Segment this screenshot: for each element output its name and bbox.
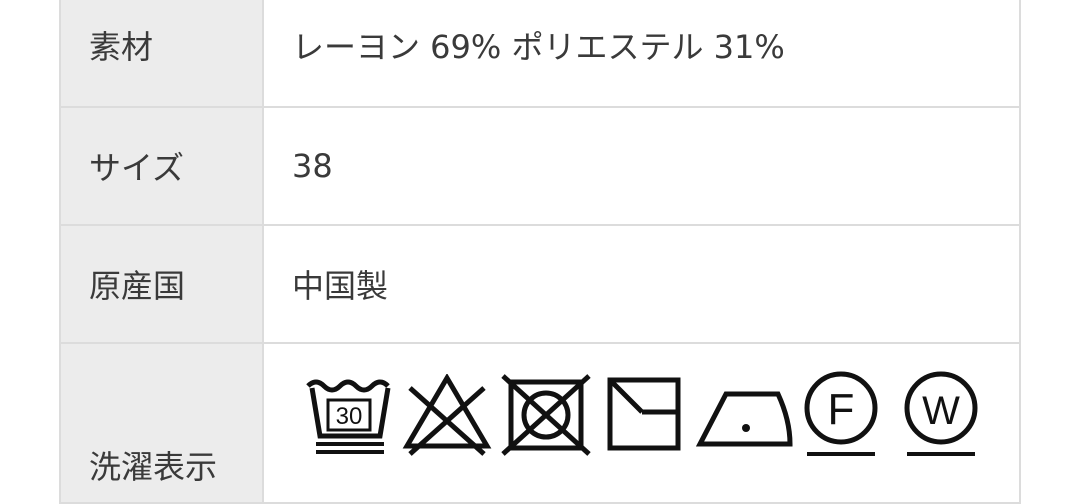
spec-table: 素材 レーヨン 69% ポリエステル 31% サイズ 38 原産国 中国製 洗濯… <box>59 0 1021 504</box>
size-label: サイズ <box>89 149 185 187</box>
row-label: 洗濯表示 <box>59 342 264 504</box>
no-bleach-icon <box>402 374 492 456</box>
wetclean-w-icon: W <box>904 371 978 456</box>
care-symbols: 30 F W <box>264 344 1019 494</box>
size-value: 38 <box>292 147 333 185</box>
care-label: 洗濯表示 <box>89 448 218 486</box>
wetclean-letter: W <box>922 389 960 433</box>
no-tumble-dry-icon <box>501 374 591 456</box>
table-row: 原産国 中国製 <box>59 224 1021 344</box>
row-value: 中国製 <box>262 224 1021 344</box>
wash-30-icon: 30 <box>306 379 391 454</box>
row-value: 38 <box>262 106 1021 226</box>
iron-low-icon <box>696 391 793 447</box>
origin-value: 中国製 <box>292 267 389 305</box>
row-label: 素材 <box>59 0 264 108</box>
wash-temp: 30 <box>336 403 363 430</box>
row-label: 原産国 <box>59 224 264 344</box>
dryclean-letter: F <box>828 385 855 434</box>
table-row: 洗濯表示 30 F W <box>59 342 1021 504</box>
dryclean-f-icon: F <box>804 371 878 456</box>
table-row: 素材 レーヨン 69% ポリエステル 31% <box>59 0 1021 108</box>
row-value: レーヨン 69% ポリエステル 31% <box>262 0 1021 108</box>
material-label: 素材 <box>89 28 154 66</box>
row-value: 30 F W <box>262 342 1021 504</box>
origin-label: 原産国 <box>89 267 186 305</box>
table-row: サイズ 38 <box>59 106 1021 226</box>
shade-dry-icon <box>607 377 681 451</box>
material-value: レーヨン 69% ポリエステル 31% <box>292 28 785 66</box>
row-label: サイズ <box>59 106 264 226</box>
